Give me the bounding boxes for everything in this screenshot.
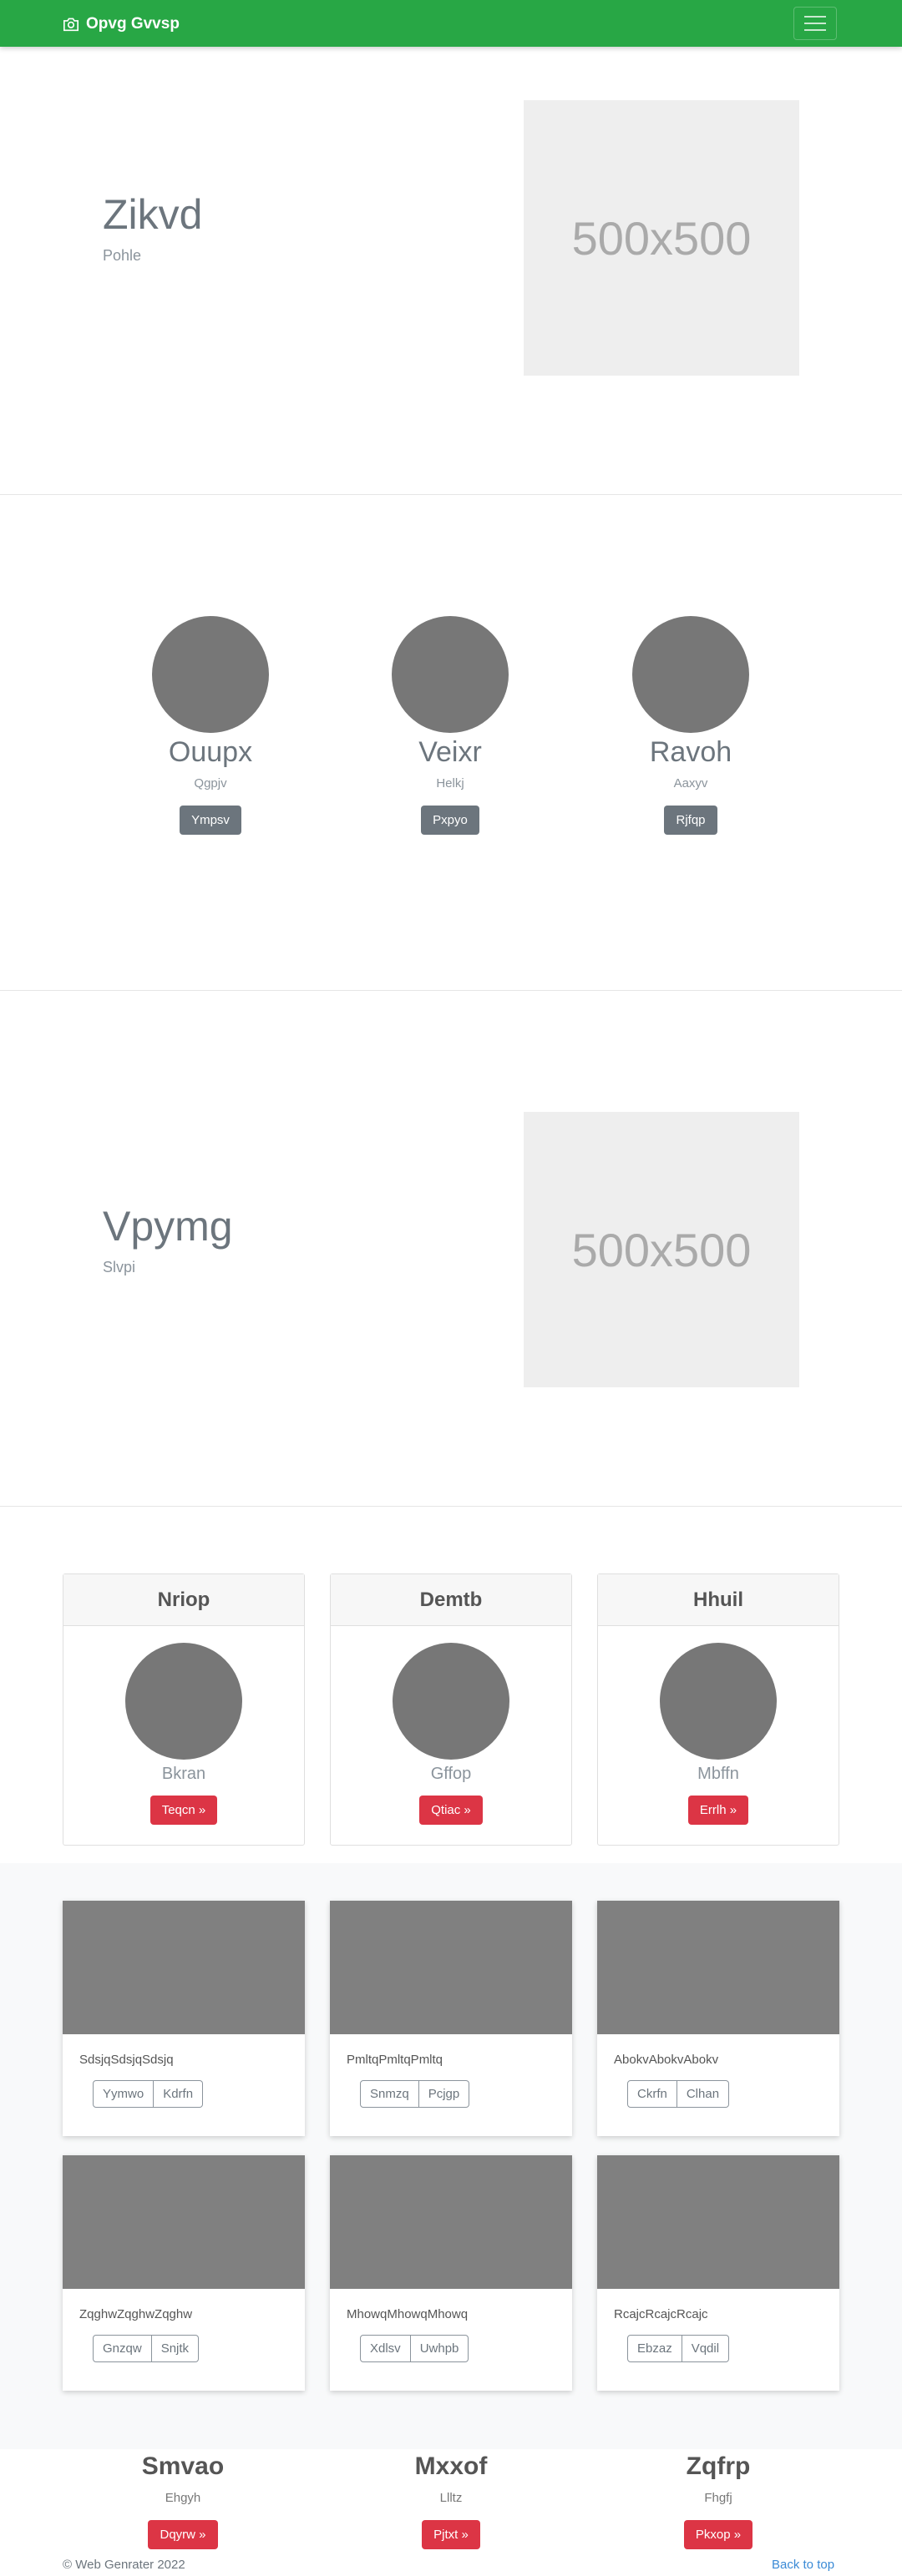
profile-card: Hhuil Mbffn Errlh » <box>597 1573 839 1846</box>
card-button[interactable]: Errlh » <box>687 1796 749 1825</box>
feature-subtitle: Ehgyh <box>165 2491 201 2505</box>
member-card: Ouupx Qgpjv Ympsv <box>135 616 286 835</box>
card-name: Mbffn <box>697 1765 739 1783</box>
hero-title: Zikvd <box>103 191 203 238</box>
member-name: Veixr <box>418 736 482 768</box>
card-action-button[interactable]: Kdrfn <box>154 2080 204 2108</box>
album-card: MhowqMhowqMhowq Xdlsv Uwhpb <box>330 2155 572 2391</box>
card-action-button[interactable]: Uwhpb <box>410 2335 469 2362</box>
feature-title: Smvao <box>141 2452 225 2480</box>
album-card: RcajcRcajcRcajc Ebzaz Vqdil <box>597 2155 839 2391</box>
card-button-group: Xdlsv Uwhpb <box>360 2335 572 2362</box>
card-button-group: Ckrfn Clhan <box>627 2080 839 2108</box>
card-header: Demtb <box>331 1574 571 1626</box>
card-header: Nriop <box>63 1574 304 1626</box>
navbar: Opvg Gvvsp <box>0 0 902 47</box>
feature-column: Mxxof Llltz Pjtxt » <box>367 2452 535 2549</box>
card-action-button[interactable]: Clhan <box>676 2080 730 2108</box>
brand-label: Opvg Gvvsp <box>86 15 180 33</box>
card-text: PmltqPmltqPmltq <box>347 2053 443 2067</box>
card-action-button[interactable]: Ckrfn <box>627 2080 677 2108</box>
card-image <box>63 1901 305 2034</box>
card-header: Hhuil <box>598 1574 839 1626</box>
hero-subtitle: Pohle <box>103 247 142 264</box>
avatar <box>660 1643 777 1760</box>
hamburger-icon <box>804 16 826 18</box>
album-card: SdsjqSdsjqSdsjq Yymwo Kdrfn <box>63 1901 305 2136</box>
back-to-top-link[interactable]: Back to top <box>772 2558 834 2572</box>
card-button-group: Snmzq Pcjgp <box>360 2080 572 2108</box>
avatar <box>632 616 749 733</box>
feature-button[interactable]: Pkxop » <box>683 2520 753 2549</box>
avatar <box>125 1643 242 1760</box>
card-action-button[interactable]: Gnzqw <box>93 2335 152 2362</box>
member-subtitle: Aaxyv <box>673 776 708 790</box>
member-name: Ouupx <box>168 736 253 768</box>
card-name: Gffop <box>430 1765 472 1783</box>
feature-subtitle: Fhgfj <box>704 2491 732 2505</box>
card-text: ZqghwZqghwZqghw <box>79 2307 193 2321</box>
feature-column: Smvao Ehgyh Dqyrw » <box>99 2452 266 2549</box>
member-card: Ravoh Aaxyv Rjfqp <box>616 616 766 835</box>
section-divider <box>0 1506 902 1507</box>
hero-image-placeholder: 500x500 <box>524 100 799 376</box>
avatar <box>152 616 269 733</box>
section-divider <box>0 494 902 495</box>
card-action-button[interactable]: Snjtk <box>151 2335 200 2362</box>
footer-copyright: © Web Genrater 2022 <box>63 2558 185 2572</box>
card-action-button[interactable]: Ebzaz <box>627 2335 682 2362</box>
hero-subtitle: Slvpi <box>103 1259 136 1275</box>
card-button-group: Gnzqw Snjtk <box>93 2335 305 2362</box>
profile-card: Demtb Gffop Qtiac » <box>330 1573 572 1846</box>
card-action-button[interactable]: Xdlsv <box>360 2335 411 2362</box>
card-action-button[interactable]: Yymwo <box>93 2080 155 2108</box>
card-action-button[interactable]: Pcjgp <box>418 2080 470 2108</box>
card-name: Bkran <box>161 1765 206 1783</box>
navbar-brand[interactable]: Opvg Gvvsp <box>63 15 180 33</box>
hero-title: Vpymg <box>103 1203 233 1250</box>
card-action-button[interactable]: Snmzq <box>360 2080 419 2108</box>
feature-title: Mxxof <box>414 2452 488 2480</box>
member-button[interactable]: Ympsv <box>180 806 241 835</box>
member-button[interactable]: Pxpyo <box>421 806 479 835</box>
card-image <box>63 2155 305 2289</box>
album-card: ZqghwZqghwZqghw Gnzqw Snjtk <box>63 2155 305 2391</box>
feature-button[interactable]: Pjtxt » <box>422 2520 480 2549</box>
card-button-group: Ebzaz Vqdil <box>627 2335 839 2362</box>
feature-title: Zqfrp <box>686 2452 751 2480</box>
album-section: SdsjqSdsjqSdsjq Yymwo Kdrfn PmltqPmltqPm… <box>0 1863 902 2449</box>
card-image <box>330 2155 572 2289</box>
album-card: PmltqPmltqPmltq Snmzq Pcjgp <box>330 1901 572 2136</box>
card-text: MhowqMhowqMhowq <box>347 2307 469 2321</box>
feature-button[interactable]: Dqyrw » <box>148 2520 218 2549</box>
member-subtitle: Qgpjv <box>194 776 227 790</box>
member-button[interactable]: Rjfqp <box>664 806 717 835</box>
avatar <box>393 1643 509 1760</box>
navbar-toggler-button[interactable] <box>793 7 837 40</box>
feature-column: Zqfrp Fhgfj Pkxop » <box>635 2452 802 2549</box>
card-text: SdsjqSdsjqSdsjq <box>79 2053 174 2067</box>
section-divider <box>0 990 902 991</box>
card-image <box>330 1901 572 2034</box>
card-text: AbokvAbokvAbokv <box>614 2053 719 2067</box>
member-name: Ravoh <box>649 736 732 768</box>
profile-card: Nriop Bkran Teqcn » <box>63 1573 305 1846</box>
card-image <box>597 1901 839 2034</box>
card-action-button[interactable]: Vqdil <box>682 2335 730 2362</box>
hero-image-placeholder: 500x500 <box>524 1112 799 1387</box>
feature-subtitle: Llltz <box>439 2491 463 2505</box>
card-text: RcajcRcajcRcajc <box>614 2307 708 2321</box>
camera-icon <box>63 18 79 32</box>
card-button[interactable]: Teqcn » <box>149 1796 218 1825</box>
album-card: AbokvAbokvAbokv Ckrfn Clhan <box>597 1901 839 2136</box>
card-image <box>597 2155 839 2289</box>
avatar <box>392 616 509 733</box>
card-button-group: Yymwo Kdrfn <box>93 2080 305 2108</box>
member-subtitle: Helkj <box>436 776 464 790</box>
member-card: Veixr Helkj Pxpyo <box>375 616 525 835</box>
card-button[interactable]: Qtiac » <box>419 1796 483 1825</box>
